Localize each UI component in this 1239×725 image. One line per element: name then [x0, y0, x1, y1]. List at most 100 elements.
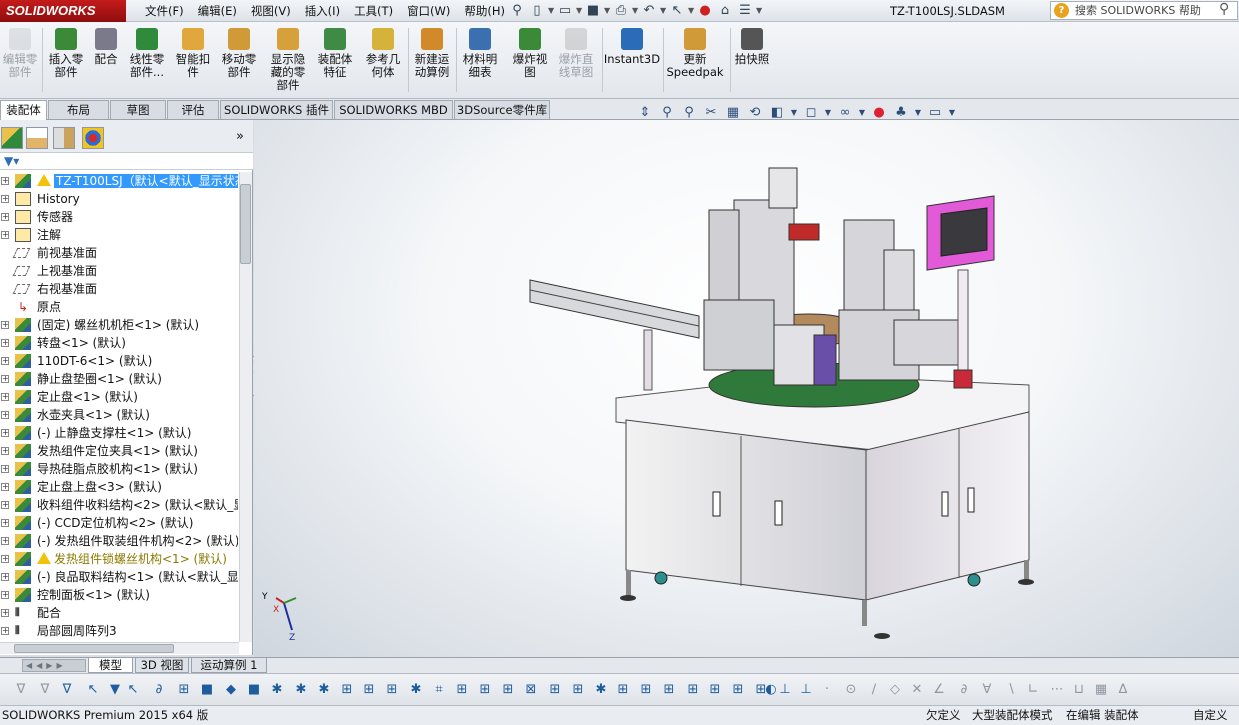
toolbar-tool-38-icon[interactable]: ∕	[865, 681, 883, 699]
tree-item[interactable]: + 水壶夹具<1> (默认)	[0, 406, 238, 424]
menu-0[interactable]: 文件(F)	[138, 0, 191, 22]
display-manager-tab-icon[interactable]	[82, 127, 104, 149]
status-custom-units[interactable]: 自定义	[1193, 706, 1228, 725]
screen-capture-icon[interactable]: ▭	[926, 104, 944, 122]
tree-item[interactable]: + (-) 止静盘支撑柱<1> (默认)	[0, 424, 238, 442]
ribbon-button-15[interactable]: 拍快照	[728, 28, 776, 66]
tab-3d-view[interactable]: 3D 视图	[135, 658, 189, 673]
feature-manager-tab-icon[interactable]	[1, 127, 23, 149]
expand-toggle-icon[interactable]: +	[1, 501, 9, 509]
command-tab-2[interactable]: 草图	[110, 100, 166, 119]
toolbar-tool-34-icon[interactable]: ⊥	[776, 681, 794, 699]
print-icon[interactable]: ⎙	[612, 2, 630, 20]
tree-item[interactable]: + (-) CCD定位机构<2> (默认)	[0, 514, 238, 532]
toolbar-tool-15-icon[interactable]: ⊞	[360, 681, 378, 699]
tree-item[interactable]: + 控制面板<1> (默认)	[0, 586, 238, 604]
zoom-to-fit-icon[interactable]: ⇕	[636, 104, 654, 122]
toolbar-tool-11-icon[interactable]: ✱	[268, 681, 286, 699]
toolbar-tool-42-icon[interactable]: ∂	[955, 681, 973, 699]
toolbar-tool-21-icon[interactable]: ⊞	[499, 681, 517, 699]
hide-show-dropdown-icon[interactable]: ▼	[824, 104, 832, 122]
tree-item[interactable]: + 转盘<1> (默认)	[0, 334, 238, 352]
section-view-icon[interactable]: ✂	[702, 104, 720, 122]
tree-item[interactable]: + ⫴ 配合	[0, 604, 238, 622]
toolbar-tool-1-icon[interactable]: ∇	[36, 681, 54, 699]
expand-toggle-icon[interactable]: +	[1, 555, 9, 563]
toolbar-tool-48-icon[interactable]: ▦	[1092, 681, 1110, 699]
expand-toggle-icon[interactable]: +	[1, 591, 9, 599]
expand-panel-icon[interactable]: »	[236, 129, 244, 144]
expand-toggle-icon[interactable]: +	[1, 609, 9, 617]
tree-item[interactable]: +110DT-6<1> (默认)	[0, 352, 238, 370]
menu-5[interactable]: 窗口(W)	[400, 0, 457, 22]
open-folder-icon[interactable]: ▭	[556, 2, 574, 20]
ribbon-button-8[interactable]: 参考几 何体	[359, 28, 407, 79]
command-tab-0[interactable]: 装配体	[0, 100, 47, 120]
view-orientation-icon[interactable]: ⟲	[746, 104, 764, 122]
menu-4[interactable]: 工具(T)	[347, 0, 400, 22]
zoom-area-icon[interactable]: ⚲	[658, 104, 676, 122]
display-dropdown-icon[interactable]: ▼	[790, 104, 798, 122]
ribbon-button-9[interactable]: 新建运 动算例	[408, 28, 456, 79]
edit-appearance-icon[interactable]: ∞	[836, 104, 854, 122]
tree-item[interactable]: + 定止盘<1> (默认)	[0, 388, 238, 406]
menu-3[interactable]: 插入(I)	[298, 0, 347, 22]
tree-item[interactable]: + ⫴ 局部圆周阵列3	[0, 622, 238, 640]
toolbar-tool-37-icon[interactable]: ⊙	[842, 681, 860, 699]
toolbar-tool-36-icon[interactable]: ·	[818, 681, 836, 699]
toolbar-tool-24-icon[interactable]: ⊞	[569, 681, 587, 699]
screen-capture-dropdown-icon[interactable]: ▼	[948, 104, 956, 122]
command-tab-5[interactable]: SOLIDWORKS MBD	[334, 100, 453, 119]
toolbar-tool-7-icon[interactable]: ⊞	[175, 681, 193, 699]
toolbar-tool-22-icon[interactable]: ⊠	[522, 681, 540, 699]
options-dropdown-icon[interactable]: ▼	[756, 2, 762, 20]
toolbar-tool-47-icon[interactable]: ⊔	[1070, 681, 1088, 699]
tree-item[interactable]: + (-) 发热组件取装组件机构<2> (默认)	[0, 532, 238, 550]
toolbar-tool-25-icon[interactable]: ✱	[592, 681, 610, 699]
toolbar-tool-6-icon[interactable]: ∂	[150, 681, 168, 699]
ribbon-button-5[interactable]: 移动零 部件	[215, 28, 263, 79]
undo-dropdown-icon[interactable]: ▼	[660, 2, 666, 20]
command-tab-6[interactable]: 3DSource零件库	[454, 100, 550, 119]
toolbar-tool-4-icon[interactable]: ▼	[106, 681, 124, 699]
expand-toggle-icon[interactable]: +	[1, 429, 9, 437]
expand-toggle-icon[interactable]: +	[1, 357, 9, 365]
toolbar-tool-27-icon[interactable]: ⊞	[637, 681, 655, 699]
toolbar-tool-3-icon[interactable]: ↖	[84, 681, 102, 699]
toolbar-tool-49-icon[interactable]: ∆	[1114, 681, 1132, 699]
graphics-area[interactable]: Y X Z	[254, 120, 1239, 657]
menu-1[interactable]: 编辑(E)	[191, 0, 244, 22]
expand-toggle-icon[interactable]: +	[1, 321, 9, 329]
expand-toggle-icon[interactable]: +	[1, 177, 9, 185]
ribbon-button-7[interactable]: 装配体 特征	[311, 28, 359, 79]
tree-item[interactable]: 右视基准面	[0, 280, 238, 298]
expand-toggle-icon[interactable]: +	[1, 393, 9, 401]
toolbar-tool-10-icon[interactable]: ■	[245, 681, 263, 699]
toolbar-tool-26-icon[interactable]: ⊞	[614, 681, 632, 699]
tree-item[interactable]: + 发热组件定位夹具<1> (默认)	[0, 442, 238, 460]
property-manager-tab-icon[interactable]	[26, 127, 48, 149]
toolbar-tool-20-icon[interactable]: ⊞	[476, 681, 494, 699]
menu-6[interactable]: 帮助(H)	[457, 0, 512, 22]
tree-item[interactable]: + 收料组件收料结构<2> (默认<默认_显示状态-1>)	[0, 496, 238, 514]
save-dropdown-icon[interactable]: ▼	[604, 2, 610, 20]
appearance-dropdown-icon[interactable]: ▼	[858, 104, 866, 122]
expand-toggle-icon[interactable]: +	[1, 411, 9, 419]
options-icon[interactable]: ☰	[736, 2, 754, 20]
tree-item[interactable]: 前视基准面	[0, 244, 238, 262]
open-dropdown-icon[interactable]: ▼	[576, 2, 582, 20]
toolbar-tool-9-icon[interactable]: ◆	[222, 681, 240, 699]
toolbar-tool-44-icon[interactable]: ∖	[1002, 681, 1020, 699]
expand-toggle-icon[interactable]: +	[1, 573, 9, 581]
tree-filter-bar[interactable]: ▼▾	[0, 153, 253, 170]
expand-toggle-icon[interactable]: +	[1, 483, 9, 491]
hide-show-items-icon[interactable]: ◻	[802, 104, 820, 122]
toolbar-tool-16-icon[interactable]: ⊞	[383, 681, 401, 699]
ribbon-button-0[interactable]: 编辑零 部件	[0, 28, 44, 79]
expand-toggle-icon[interactable]: +	[1, 375, 9, 383]
undo-icon[interactable]: ↶	[640, 2, 658, 20]
expand-toggle-icon[interactable]: +	[1, 231, 9, 239]
expand-toggle-icon[interactable]: +	[1, 339, 9, 347]
funnel-icon[interactable]: ▼▾	[4, 154, 19, 168]
new-dropdown-icon[interactable]: ▼	[548, 2, 554, 20]
